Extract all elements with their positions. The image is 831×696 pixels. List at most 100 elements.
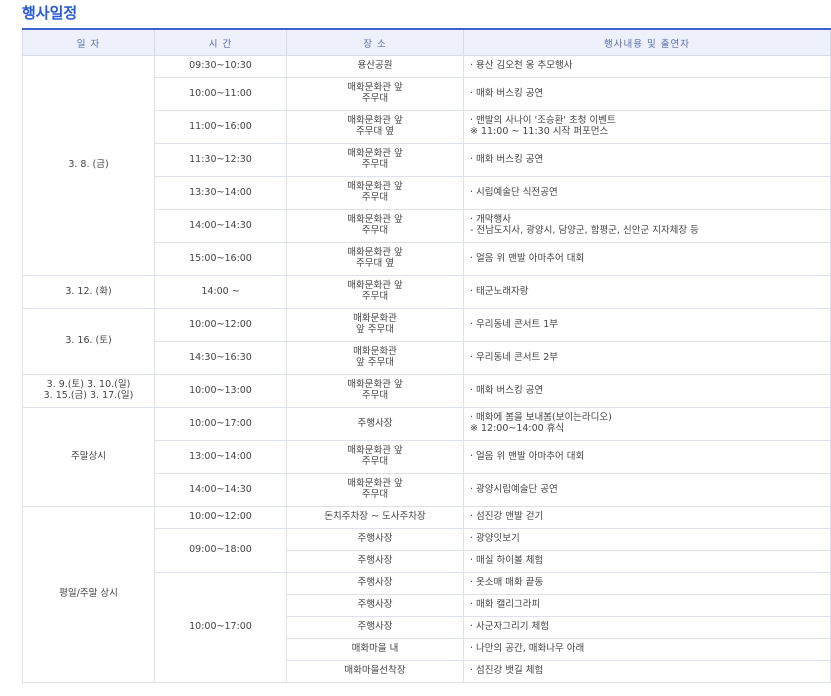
- place-line: 앞 주무대: [356, 357, 394, 368]
- description-line: · 용산 김오천 옹 추모행사: [470, 60, 573, 72]
- place-cell: 주행사장: [286, 572, 464, 595]
- time-cell: 10:00~12:00: [154, 506, 287, 529]
- place-line: 주무대: [361, 390, 389, 401]
- description-line: · 매실 하이볼 체험: [470, 555, 544, 567]
- place-line: 주무대: [361, 489, 389, 500]
- place-cell: 주행사장: [286, 407, 464, 441]
- place-line: 주무대: [361, 93, 389, 104]
- description-cell: · 맨발의 사나이 '조승환' 초청 이벤트 ※ 11:00 ~ 11:30 시작…: [463, 110, 831, 144]
- place-line: 매화마을선착장: [344, 665, 406, 677]
- description-cell: · 얼음 위 맨발 아마추어 대회: [463, 242, 831, 276]
- description-cell: · 매화 버스킹 공연: [463, 374, 831, 408]
- place-cell: 매화문화관 앞 주무대: [286, 341, 464, 375]
- time-cell: 15:00~16:00: [154, 242, 287, 276]
- place-cell: 주행사장: [286, 594, 464, 617]
- description-cell: · 광양시립예술단 공연: [463, 473, 831, 507]
- time-cell: 14:00~14:30: [154, 473, 287, 507]
- date-cell: 3. 9.(토) 3. 10.(일) 3. 15.(금) 3. 17.(일): [22, 374, 155, 408]
- time-cell: 09:30~10:30: [154, 55, 287, 78]
- place-line: 주행사장: [357, 577, 393, 589]
- table-row: 평일/주말 상시 10:00~12:00 돈치주차장 ~ 도사주차장 · 섬진강 맨발…: [22, 506, 831, 683]
- place-line: 주무대: [361, 159, 389, 170]
- description-line: · 매화 캘리그라피: [470, 599, 541, 611]
- date-cell: 주말상시: [22, 407, 155, 507]
- description-line: - 전남도지사, 광양시, 담양군, 함평군, 신안군 지자체장 등: [470, 225, 699, 236]
- place-line: 주행사장: [357, 533, 393, 545]
- description-cell: · 용산 김오천 옹 추모행사: [463, 55, 831, 78]
- description-cell: · 매화에 봄을 보내봄(보이는라디오) ※ 12:00~14:00 휴식: [463, 407, 831, 441]
- place-cell: 매화문화관 앞 주무대: [286, 209, 464, 243]
- time-cell: 11:30~12:30: [154, 143, 287, 177]
- place-cell: 돈치주차장 ~ 도사주차장: [286, 506, 464, 529]
- table-row: 3. 16. (토) 10:00~12:00 매화문화관 앞 주무대 · 우리동네 콘서…: [22, 308, 831, 375]
- description-line: · 얼음 위 맨발 아마추어 대회: [470, 450, 585, 462]
- place-line: 주행사장: [357, 599, 393, 611]
- description-line: · 매화 버스킹 공연: [470, 153, 544, 165]
- time-cell: 10:00~13:00: [154, 374, 287, 408]
- description-cell: · 옷소매 매화 끝동: [463, 572, 831, 595]
- description-line: · 얼음 위 맨발 아마추어 대회: [470, 252, 585, 264]
- place-line: 주무대: [361, 291, 389, 302]
- place-line: 주행사장: [357, 417, 393, 429]
- place-cell: 매화문화관 앞 주무대: [286, 176, 464, 210]
- description-line: · 태군노래자랑: [470, 285, 529, 297]
- place-line: 매화마을 내: [351, 643, 399, 655]
- place-line: 주행사장: [357, 621, 393, 633]
- place-cell: 매화문화관 앞 주무대 옆: [286, 110, 464, 144]
- description-cell: · 사군자그리기 체험: [463, 616, 831, 639]
- time-cell: 09:00~18:00: [154, 528, 287, 573]
- place-line: 주무대: [361, 456, 389, 467]
- description-line: · 섬진강 맨발 걷기: [470, 511, 544, 523]
- description-line: · 광양잇보기: [470, 533, 520, 545]
- place-cell: 용산공원: [286, 55, 464, 78]
- description-line: · 매화 버스킹 공연: [470, 87, 544, 99]
- description-line: · 우리동네 콘서트 1부: [470, 318, 559, 330]
- place-cell: 매화문화관 앞 주무대: [286, 374, 464, 408]
- date-cell: 3. 16. (토): [22, 308, 155, 375]
- schedule-table: 일 자 시 간 장 소 행사내용 및 출연자 3. 8. (금) 09:30~10…: [22, 28, 831, 683]
- place-cell: 주행사장: [286, 616, 464, 639]
- table-row: 3. 9.(토) 3. 10.(일) 3. 15.(금) 3. 17.(일) 10:…: [22, 374, 831, 408]
- description-cell: · 개막행사 - 전남도지사, 광양시, 담양군, 함평군, 신안군 지자체장 등: [463, 209, 831, 243]
- place-line: 돈치주차장 ~ 도사주차장: [324, 511, 426, 523]
- place-cell: 매화문화관 앞 주무대: [286, 473, 464, 507]
- description-line: · 매화 버스킹 공연: [470, 384, 544, 396]
- time-cell: 13:00~14:00: [154, 440, 287, 474]
- description-cell: · 우리동네 콘서트 2부: [463, 341, 831, 375]
- date-cell: 3. 12. (화): [22, 275, 155, 309]
- description-line: ※ 12:00~14:00 휴식: [470, 423, 565, 434]
- place-cell: 매화마을선착장: [286, 660, 464, 683]
- description-cell: · 나만의 공간, 매화나무 아래: [463, 638, 831, 661]
- description-cell: · 광양잇보기: [463, 528, 831, 551]
- description-cell: · 우리동네 콘서트 1부: [463, 308, 831, 342]
- place-line: 주행사장: [357, 555, 393, 567]
- place-cell: 매화문화관 앞 주무대: [286, 77, 464, 111]
- description-line: · 옷소매 매화 끝동: [470, 577, 544, 589]
- place-cell: 매화문화관 앞 주무대: [286, 308, 464, 342]
- description-cell: · 태군노래자랑: [463, 275, 831, 309]
- description-line: · 사군자그리기 체험: [470, 621, 549, 633]
- header-description: 행사내용 및 출연자: [463, 28, 831, 56]
- place-line: 주무대 옆: [356, 258, 394, 269]
- date-cell: 평일/주말 상시: [22, 506, 155, 683]
- description-cell: · 매실 하이볼 체험: [463, 550, 831, 573]
- table-row: 주말상시 10:00~17:00 주행사장 · 매화에 봄을 보내봄(보이는라디오) ※…: [22, 407, 831, 507]
- place-line: 용산공원: [357, 60, 393, 72]
- time-cell: 10:00~11:00: [154, 77, 287, 111]
- place-cell: 주행사장: [286, 550, 464, 573]
- header-place: 장 소: [286, 28, 464, 56]
- table-row: 3. 8. (금) 09:30~10:30 용산공원 · 용산 김오천 옹 추모행사: [22, 55, 831, 276]
- header-date: 일 자: [22, 28, 155, 56]
- table-row: 3. 12. (화) 14:00 ~ 매화문화관 앞 주무대 · 태군노래자랑: [22, 275, 831, 309]
- place-line: 앞 주무대: [356, 324, 394, 335]
- description-cell: · 섬진강 맨발 걷기: [463, 506, 831, 529]
- date-line: 3. 15.(금) 3. 17.(일): [43, 390, 134, 401]
- description-line: · 섬진강 뱃길 체험: [470, 665, 544, 677]
- description-line: · 시립예술단 식전공연: [470, 186, 558, 198]
- place-cell: 매화마을 내: [286, 638, 464, 661]
- place-line: 주무대: [361, 192, 389, 203]
- description-line: · 나만의 공간, 매화나무 아래: [470, 643, 585, 655]
- description-line: · 광양시립예술단 공연: [470, 483, 558, 495]
- table-header-row: 일 자 시 간 장 소 행사내용 및 출연자: [22, 28, 831, 56]
- description-line: · 우리동네 콘서트 2부: [470, 351, 559, 363]
